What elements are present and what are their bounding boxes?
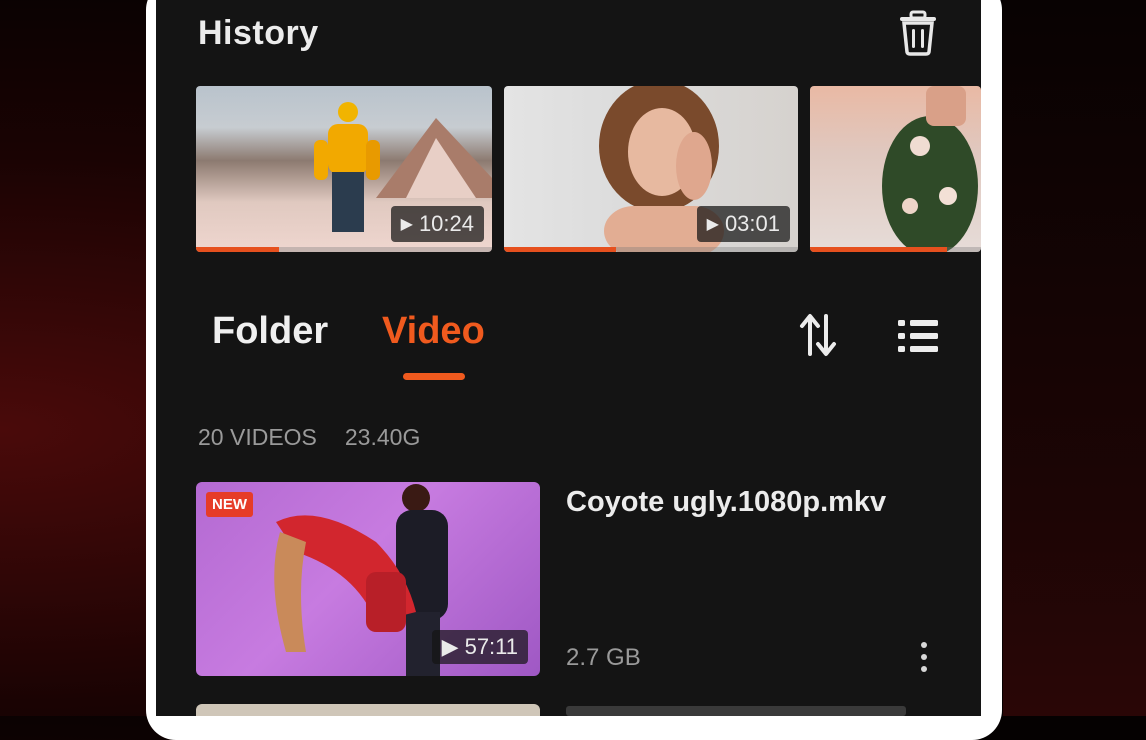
mountain-shape [376,118,492,198]
total-size: 23.40G [344,424,421,450]
trash-icon[interactable] [896,10,940,56]
hiker-figure [314,102,380,232]
duration-badge: ▶ 03:01 [696,206,790,242]
list-view-icon[interactable] [896,316,940,356]
video-title[interactable]: Coyote ugly.1080p.mkv [566,486,886,519]
active-tab-indicator [403,373,465,380]
tab-video[interactable]: Video [382,310,485,353]
tab-folder[interactable]: Folder [212,310,328,353]
video-size: 2.7 GB [566,644,641,671]
next-video-title[interactable] [566,706,906,716]
history-item[interactable]: ▶ 10:24 [196,86,492,252]
duration-badge: ▶ 57:11 [431,630,528,664]
video-count: 20 VIDEOS [198,424,317,450]
video-thumbnail[interactable]: NEW ▶ 57:11 [196,482,540,676]
background-right [1003,0,1146,716]
play-icon: ▶ [706,216,719,233]
progress-bar [810,247,947,252]
more-vertical-icon[interactable] [916,640,932,674]
history-item[interactable] [810,86,981,252]
play-icon: ▶ [441,634,459,659]
progress-bar [196,247,279,252]
history-item[interactable]: ▶ 03:01 [504,86,798,252]
progress-bar [504,247,616,252]
next-video-thumbnail[interactable] [196,704,540,716]
app-screen: History ▶ 10:24 ▶ 03:01 Folder Video 20 … [156,0,981,716]
sort-arrows-icon[interactable] [796,312,840,358]
library-stats: 20 VIDEOS 23.40G [198,424,420,451]
new-badge: NEW [206,492,253,517]
flower-bouquet [882,86,978,252]
play-icon: ▶ [400,216,413,233]
history-title: History [198,14,319,52]
duration-badge: ▶ 10:24 [390,206,484,242]
